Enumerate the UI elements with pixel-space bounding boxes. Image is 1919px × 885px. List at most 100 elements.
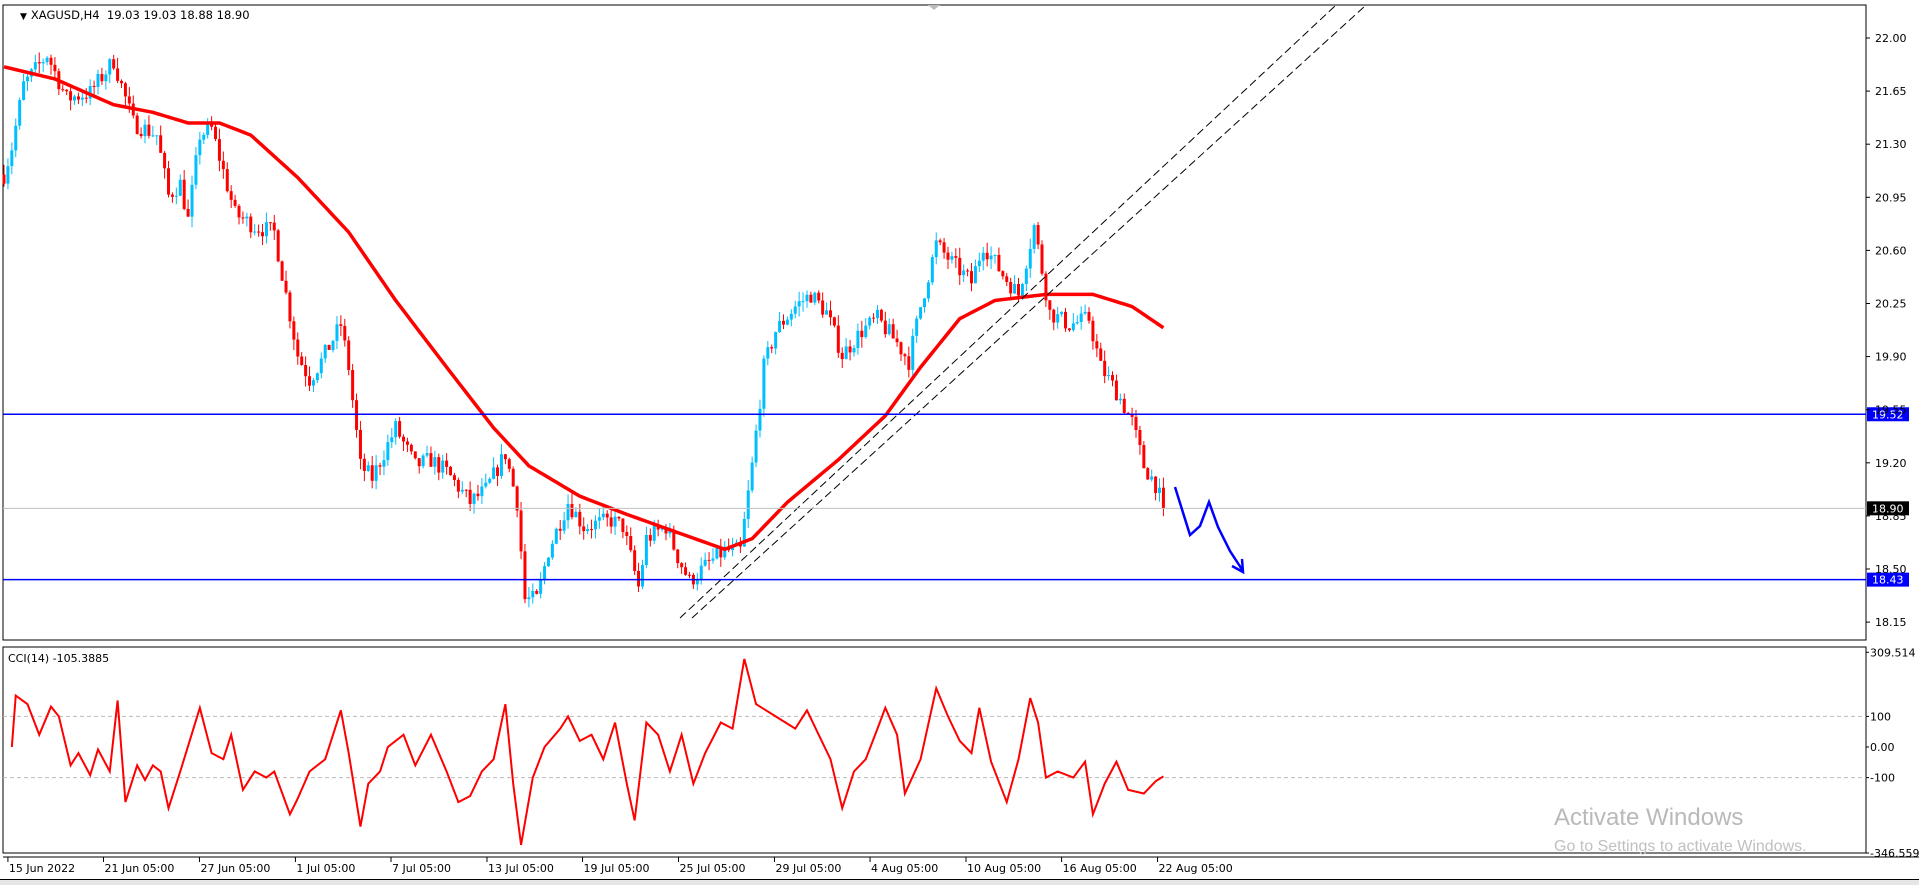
candle-body <box>609 517 613 527</box>
candle-body <box>245 216 249 219</box>
candle-body <box>648 534 652 541</box>
chart-title[interactable]: ▼ XAGUSD,H4 19.03 19.03 18.88 18.90 <box>20 8 250 22</box>
price-tick-label: 19.55 <box>1875 404 1907 417</box>
price-tick-label: 18.85 <box>1875 510 1907 523</box>
candle-body <box>276 230 280 262</box>
candle-body <box>1150 476 1154 480</box>
candle-body <box>860 330 864 338</box>
dropdown-triangle-icon[interactable]: ▼ <box>20 12 27 22</box>
candle-body <box>464 489 468 491</box>
candle-body <box>1060 311 1064 315</box>
candle-body <box>699 565 703 580</box>
candle-body <box>69 91 73 101</box>
candle-body <box>1087 311 1091 321</box>
candle-body <box>6 166 10 184</box>
candle-body <box>856 330 860 349</box>
candle-body <box>1032 225 1036 249</box>
cci-line <box>10 658 1164 846</box>
candle-body <box>61 89 65 91</box>
price-tick-label: 19.20 <box>1875 457 1907 470</box>
candle-body <box>405 441 409 445</box>
time-tick-label: 19 Jul 05:00 <box>584 862 650 875</box>
candle-body <box>864 325 868 338</box>
candle-body <box>300 356 304 366</box>
candle-body <box>445 460 449 467</box>
candle-body <box>969 271 973 284</box>
candle-body <box>496 467 500 476</box>
candle-body <box>707 559 711 561</box>
candle-body <box>813 292 817 303</box>
candle-body <box>315 373 319 381</box>
candle-body <box>934 240 938 258</box>
candle-body <box>233 199 237 206</box>
candle-body <box>1118 398 1122 401</box>
candle-body <box>539 579 543 594</box>
candle-body <box>417 458 421 467</box>
candle-body <box>433 457 437 467</box>
candle-body <box>402 436 406 442</box>
candle-body <box>546 557 550 567</box>
candle-body <box>1107 375 1111 377</box>
candle-body <box>966 270 970 272</box>
cci-tick-label: -346.559 <box>1870 847 1919 860</box>
candle-body <box>100 73 104 82</box>
candle-body <box>304 365 308 377</box>
time-tick-label: 29 Jul 05:00 <box>775 862 841 875</box>
price-tick-label: 20.25 <box>1875 298 1907 311</box>
candle-body <box>973 266 977 284</box>
candle-body <box>311 380 315 386</box>
candle-body <box>809 294 813 303</box>
candle-body <box>229 191 233 200</box>
candle-body <box>590 528 594 530</box>
candle-body <box>65 89 69 92</box>
candle-body <box>1020 283 1024 296</box>
candle-body <box>1095 341 1099 349</box>
candle-body <box>644 534 648 566</box>
candle-body <box>147 124 151 136</box>
candle-body <box>26 76 30 82</box>
candle-body <box>151 135 155 137</box>
candle-body <box>1048 300 1052 310</box>
candle-body <box>488 478 492 483</box>
candle-body <box>398 421 402 437</box>
candle-body <box>382 460 386 467</box>
candle-body <box>1161 487 1165 509</box>
candle-body <box>112 59 116 69</box>
candle-body <box>554 528 558 544</box>
candle-body <box>1138 429 1142 446</box>
candle-body <box>22 81 26 100</box>
candle-body <box>1075 322 1079 324</box>
candle-body <box>1099 348 1103 361</box>
candle-body <box>155 135 159 137</box>
candle-body <box>1091 320 1095 342</box>
price-tick-label: 18.50 <box>1875 563 1907 576</box>
candle-body <box>441 460 445 473</box>
candle-body <box>844 346 848 360</box>
candle-body <box>1158 487 1162 494</box>
time-tick-label: 4 Aug 05:00 <box>871 862 938 875</box>
candle-body <box>1154 476 1158 494</box>
candle-body <box>1028 248 1032 269</box>
candle-body <box>993 254 997 256</box>
candle-body <box>288 292 292 322</box>
candle-body <box>570 504 574 518</box>
candle-body <box>629 536 633 551</box>
candle-body <box>750 462 754 491</box>
candle-body <box>997 254 1001 272</box>
candle-body <box>507 459 511 469</box>
candle-body <box>120 80 124 84</box>
candle-body <box>33 62 37 70</box>
candle-body <box>135 115 139 134</box>
candle-body <box>476 493 480 497</box>
candle-body <box>872 317 876 319</box>
candle-body <box>836 325 840 353</box>
candle-body <box>938 240 942 243</box>
candle-body <box>1040 244 1044 274</box>
candle-body <box>601 513 605 518</box>
candle-body <box>746 490 750 519</box>
candle-body <box>139 133 143 137</box>
candle-body <box>421 455 425 467</box>
candle-body <box>249 216 253 233</box>
candle-body <box>962 270 966 276</box>
candle-body <box>832 317 836 326</box>
